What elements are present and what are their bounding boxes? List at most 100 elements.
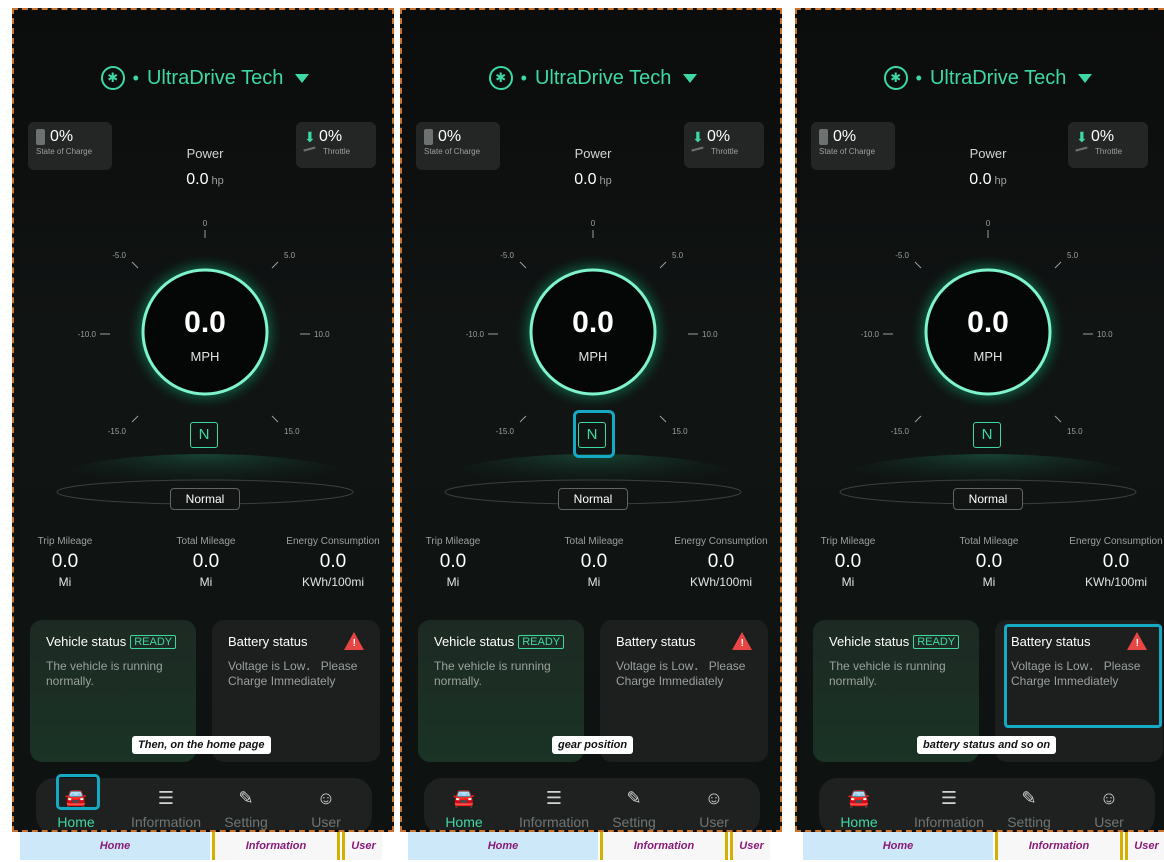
tab-user[interactable]: ☺ User	[1069, 788, 1149, 830]
power-value: 0.0 hp	[797, 171, 1164, 189]
state-of-charge-value: 0%	[50, 128, 74, 145]
tab-label: Home	[445, 814, 483, 830]
bluetooth-icon[interactable]: ✱	[883, 66, 908, 90]
power-number: 0.0	[186, 171, 209, 188]
separator-dot: •	[915, 67, 922, 88]
brand-name[interactable]: UltraDrive Tech	[147, 67, 283, 90]
tick-label: 5.0	[672, 251, 684, 260]
power-value: 0.0 hp	[14, 171, 392, 189]
tab-information[interactable]: ☰ Information	[126, 788, 206, 830]
stat-value: 0.0	[834, 551, 862, 572]
power-unit: hp	[994, 175, 1007, 187]
separator-dot: •	[520, 67, 527, 88]
trip-mileage: Trip Mileage 0.0 Mi	[416, 536, 490, 589]
speed-value: 0.0	[967, 306, 1009, 339]
power-value: 0.0 hp	[402, 171, 780, 189]
ready-badge: READY	[518, 634, 565, 649]
tab-label: User	[699, 814, 729, 830]
total-mileage: Total Mileage 0.0 Mi	[947, 536, 1031, 589]
vehicle-status-body: The vehicle is running normally.	[829, 659, 946, 688]
tab-user[interactable]: ☺ User	[286, 788, 366, 830]
stat-value: 0.0	[975, 551, 1003, 572]
bottom-label-strip: Home Information User	[400, 832, 782, 862]
tick-label: 5.0	[1067, 251, 1079, 260]
stat-label: Trip Mileage	[820, 536, 876, 547]
brand-name[interactable]: UltraDrive Tech	[535, 67, 671, 90]
ready-badge: READY	[130, 634, 177, 649]
power-number: 0.0	[574, 171, 597, 188]
header[interactable]: ✱ • UltraDrive Tech	[14, 66, 392, 90]
battery-icon	[36, 129, 45, 145]
vehicle-status-title: Vehicle status READY	[46, 634, 180, 649]
tab-home[interactable]: 🚘 Home	[424, 788, 504, 830]
tab-setting[interactable]: ✎ Setting	[206, 788, 286, 830]
tick-label: 0	[203, 219, 208, 228]
strip-user-label: User	[1125, 832, 1164, 860]
tab-setting[interactable]: ✎ Setting	[989, 788, 1069, 830]
app-screen: ✱ • UltraDrive Tech 0% State of Charge ⬇…	[12, 8, 394, 832]
throttle-value: 0%	[707, 128, 731, 145]
tab-label: User	[1094, 814, 1124, 830]
tick-label: 5.0	[284, 251, 296, 260]
stat-label: Trip Mileage	[425, 536, 481, 547]
battery-status-body: Voltage is Low． Please Charge Immediatel…	[228, 659, 358, 688]
bluetooth-icon[interactable]: ✱	[100, 66, 125, 90]
vehicle-status-body: The vehicle is running normally.	[46, 659, 163, 688]
chevron-down-icon[interactable]	[683, 73, 698, 83]
tick-label: 15.0	[672, 427, 688, 436]
tab-user[interactable]: ☺ User	[674, 788, 754, 830]
header[interactable]: ✱ • UltraDrive Tech	[402, 66, 780, 90]
chevron-down-icon[interactable]	[1078, 73, 1093, 83]
vehicle-status-heading: Vehicle status	[46, 634, 127, 649]
tick-label: -5.0	[500, 251, 514, 260]
stat-label: Trip Mileage	[37, 536, 93, 547]
tick-label: -15.0	[891, 427, 910, 436]
drive-mode-button[interactable]: Normal	[558, 488, 628, 510]
gear-indicator[interactable]: N	[190, 422, 218, 448]
bottom-tab-bar: 🚘 Home ☰ Information ✎ Setting ☺ User	[424, 778, 760, 830]
throttle-card: ⬇ 0% Throttle	[684, 122, 764, 168]
arrow-down-icon: ⬇	[692, 129, 704, 145]
speed-value: 0.0	[572, 306, 614, 339]
tab-home[interactable]: 🚘 Home	[819, 788, 899, 830]
tab-information[interactable]: ☰ Information	[514, 788, 594, 830]
power-label: Power	[186, 146, 224, 161]
tick-label: 0	[591, 219, 596, 228]
document-icon: ☰	[157, 788, 175, 808]
user-icon: ☺	[316, 788, 336, 808]
stat-unit: Mi	[58, 575, 72, 589]
strip-information-label: Information	[212, 832, 340, 860]
strip-home-label: Home	[408, 832, 598, 860]
arrow-down-icon: ⬇	[304, 129, 316, 145]
energy-consumption: Energy Consumption 0.0 KWh/100mi	[278, 536, 388, 589]
header[interactable]: ✱ • UltraDrive Tech	[797, 66, 1164, 90]
stat-value: 0.0	[580, 551, 608, 572]
power-number: 0.0	[969, 171, 992, 188]
strip-user-label: User	[342, 832, 382, 860]
strip-information-label: Information	[995, 832, 1123, 860]
drive-mode-button[interactable]: Normal	[170, 488, 240, 510]
tab-setting[interactable]: ✎ Setting	[594, 788, 674, 830]
drive-mode-button[interactable]: Normal	[953, 488, 1023, 510]
edit-icon: ✎	[626, 788, 642, 808]
throttle-card: ⬇ 0% Throttle	[296, 122, 376, 168]
energy-consumption: Energy Consumption 0.0 KWh/100mi	[1061, 536, 1164, 589]
chevron-down-icon[interactable]	[295, 73, 310, 83]
tab-label: Home	[840, 814, 878, 830]
tab-label: Information	[130, 814, 202, 830]
speed-unit: MPH	[578, 349, 608, 364]
warning-mark-icon: !	[352, 638, 356, 649]
stat-value: 0.0	[51, 551, 79, 572]
stat-unit: Mi	[841, 575, 855, 589]
bottom-label-strip: Home Information User	[795, 832, 1164, 862]
stat-value: 0.0	[1102, 551, 1130, 572]
tab-information[interactable]: ☰ Information	[909, 788, 989, 830]
battery-icon	[819, 129, 828, 145]
brand-name[interactable]: UltraDrive Tech	[930, 67, 1066, 90]
bluetooth-icon[interactable]: ✱	[488, 66, 513, 90]
total-mileage: Total Mileage 0.0 Mi	[552, 536, 636, 589]
tab-label: Information	[913, 814, 985, 830]
tick-label: 15.0	[1067, 427, 1083, 436]
gear-indicator[interactable]: N	[973, 422, 1001, 448]
battery-icon	[424, 129, 433, 145]
